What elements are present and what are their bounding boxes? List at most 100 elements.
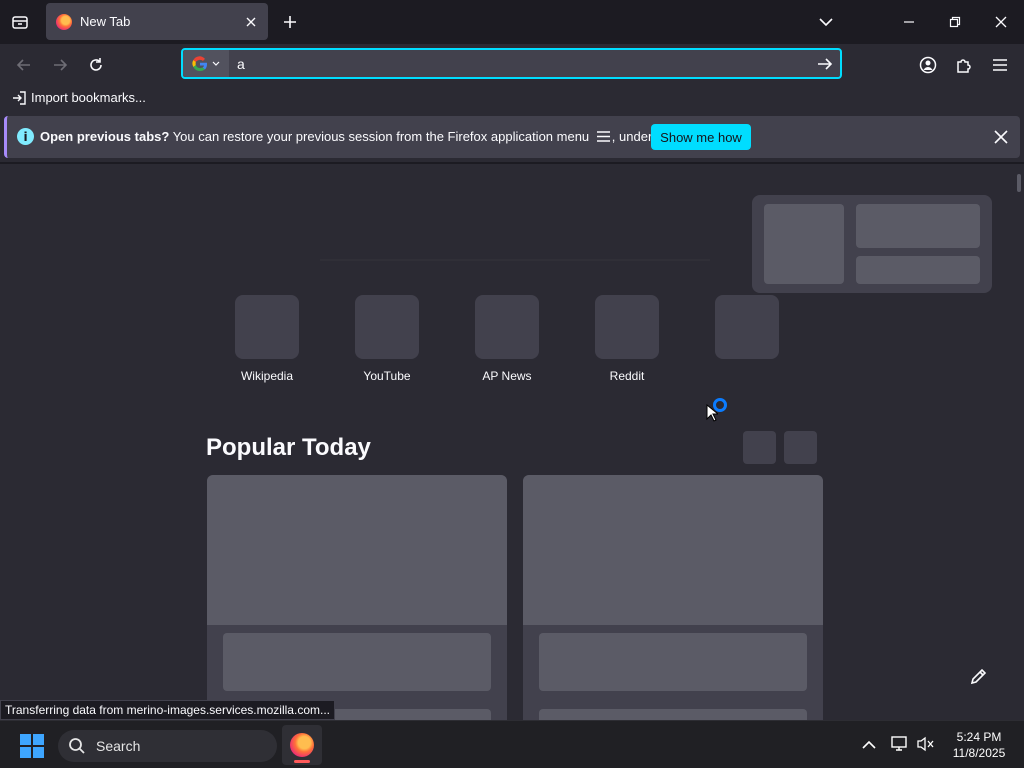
hamburger-menu-icon <box>596 131 610 142</box>
tab-new-tab[interactable]: New Tab <box>46 3 268 40</box>
pencil-icon <box>970 668 987 685</box>
new-tab-page: Wikipedia YouTube AP News Reddit Popular… <box>0 162 1024 720</box>
url-input[interactable]: a <box>229 56 810 72</box>
info-icon: i <box>17 128 34 145</box>
chevron-down-icon <box>819 18 833 27</box>
shortcut-ap-news[interactable]: AP News <box>457 295 557 383</box>
go-button[interactable] <box>810 57 840 71</box>
taskbar-search[interactable]: Search <box>58 730 277 762</box>
import-bookmarks-button[interactable]: Import bookmarks... <box>12 90 146 105</box>
placeholder-block <box>856 256 980 284</box>
shortcut-label <box>697 369 797 383</box>
windows-logo-icon <box>20 747 31 758</box>
story-card-placeholder[interactable] <box>207 475 507 720</box>
weather-widget-placeholder[interactable] <box>752 195 992 293</box>
network-icon <box>891 736 907 751</box>
windows-taskbar: Search 5:24 PM 11/8/2025 <box>0 720 1024 768</box>
placeholder-block <box>207 475 507 625</box>
windows-logo-icon <box>33 747 44 758</box>
extensions-button[interactable] <box>950 51 978 79</box>
tab-title: New Tab <box>80 14 131 29</box>
popular-control-button[interactable] <box>784 431 817 464</box>
divider <box>0 162 1024 164</box>
placeholder-block <box>223 633 491 691</box>
firefox-icon <box>56 13 72 30</box>
chevron-up-icon <box>862 740 876 749</box>
close-icon <box>995 16 1007 28</box>
reload-icon <box>90 58 102 71</box>
back-button[interactable] <box>10 51 38 79</box>
bookmarks-toolbar: Import bookmarks... <box>0 86 1024 112</box>
puzzle-icon <box>957 59 971 73</box>
arrow-right-icon <box>818 57 833 70</box>
close-icon <box>994 130 1008 144</box>
system-clock[interactable]: 5:24 PM 11/8/2025 <box>944 729 1014 761</box>
url-bar[interactable]: a <box>181 48 842 79</box>
shortcut-label: AP News <box>482 369 532 383</box>
import-bookmarks-label: Import bookmarks... <box>31 90 146 105</box>
shortcut-label: YouTube <box>363 369 411 383</box>
shortcut-tile <box>715 295 779 359</box>
hamburger-menu-icon <box>993 59 1007 71</box>
search-placeholder-line <box>320 259 710 261</box>
placeholder-block <box>856 204 980 248</box>
placeholder-block <box>539 709 807 720</box>
taskbar-firefox[interactable] <box>282 725 322 765</box>
minimize-button[interactable] <box>886 0 932 44</box>
shortcut-tile <box>355 295 419 359</box>
story-card-placeholder[interactable] <box>523 475 823 720</box>
plus-icon <box>284 16 296 28</box>
scrollbar[interactable] <box>1017 174 1021 192</box>
restore-icon <box>949 16 961 28</box>
windows-logo-icon <box>20 734 31 745</box>
firefox-icon <box>290 733 314 757</box>
reload-button[interactable] <box>82 51 110 79</box>
shortcut-reddit[interactable]: Reddit <box>577 295 677 383</box>
notification-message: Open previous tabs? You can restore your… <box>40 129 699 144</box>
notification-body: You can restore your previous session fr… <box>172 129 590 144</box>
notification-title: Open previous tabs? <box>40 129 170 144</box>
account-button[interactable] <box>914 51 942 79</box>
placeholder-block <box>539 633 807 691</box>
popular-today-heading: Popular Today <box>206 434 371 461</box>
shortcut-label: Reddit <box>609 369 645 383</box>
import-icon <box>13 90 26 105</box>
shortcut-empty[interactable] <box>697 295 797 383</box>
arrow-left-icon <box>16 59 30 71</box>
search-icon <box>69 738 85 754</box>
customize-button[interactable] <box>964 661 994 691</box>
session-restore-notification: i Open previous tabs? You can restore yo… <box>4 116 1020 158</box>
start-button[interactable] <box>20 734 44 758</box>
volume-button[interactable] <box>915 733 937 755</box>
active-indicator <box>294 760 310 763</box>
search-engine-button[interactable] <box>183 50 229 77</box>
shortcut-wikipedia[interactable]: Wikipedia <box>217 295 317 383</box>
new-tab-button[interactable] <box>278 10 302 34</box>
network-button[interactable] <box>889 733 911 755</box>
app-menu-button[interactable] <box>986 51 1014 79</box>
chevron-down-icon <box>212 61 220 66</box>
windows-logo-icon <box>33 734 44 745</box>
list-all-tabs-button[interactable] <box>814 10 838 34</box>
show-hidden-icons-button[interactable] <box>858 733 880 755</box>
window-close-button[interactable] <box>978 0 1024 44</box>
arrow-right-icon <box>54 59 68 71</box>
shortcut-tile <box>595 295 659 359</box>
shortcut-label: Wikipedia <box>240 369 294 383</box>
popular-control-button[interactable] <box>743 431 776 464</box>
tab-close-button[interactable] <box>240 11 262 33</box>
navigation-toolbar: a <box>0 44 1024 86</box>
minimize-icon <box>904 21 914 23</box>
placeholder-block <box>523 475 823 625</box>
show-me-how-button[interactable]: Show me how <box>651 124 751 150</box>
forward-button[interactable] <box>46 51 74 79</box>
restore-button[interactable] <box>932 0 978 44</box>
firefox-view-button[interactable] <box>8 10 32 34</box>
shortcut-youtube[interactable]: YouTube <box>337 295 437 383</box>
clock-date: 11/8/2025 <box>952 746 1006 760</box>
firefox-view-icon <box>12 16 28 29</box>
shortcut-tile <box>475 295 539 359</box>
status-panel: Transferring data from merino-images.ser… <box>0 700 335 720</box>
mouse-cursor-icon <box>706 404 718 422</box>
notification-close-button[interactable] <box>991 127 1011 147</box>
